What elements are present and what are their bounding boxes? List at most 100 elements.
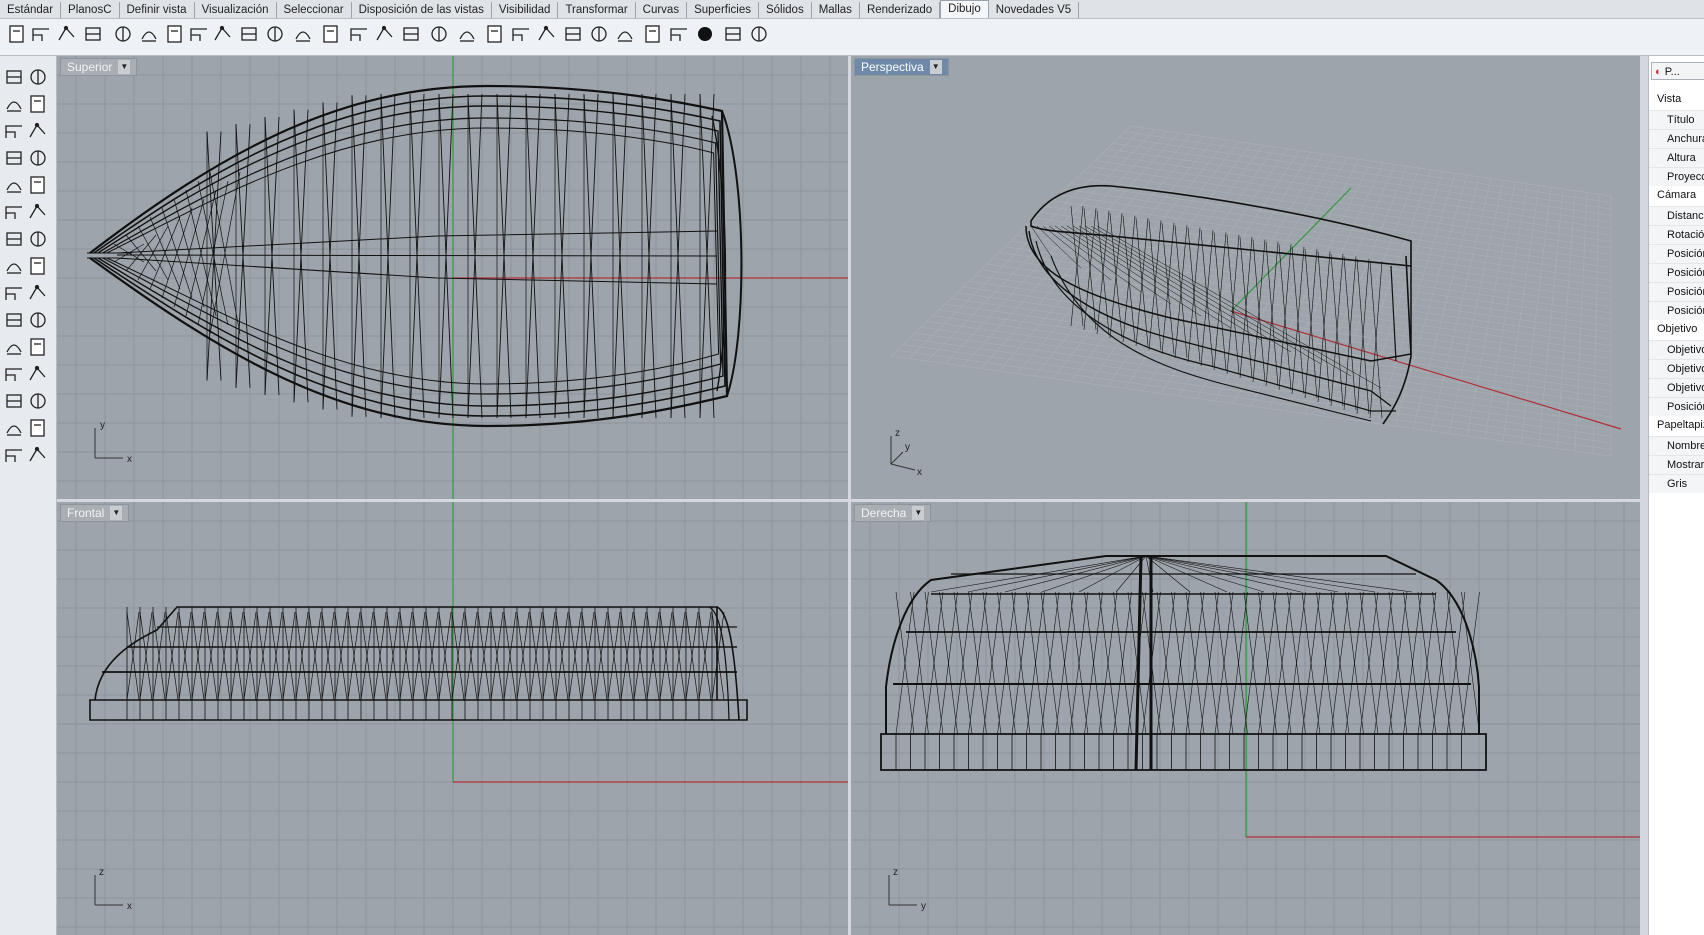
- polygon-icon[interactable]: [27, 201, 49, 223]
- dim-horizontal-icon[interactable]: [400, 23, 422, 47]
- properties-item[interactable]: Objetivo: [1649, 340, 1704, 359]
- text-icon[interactable]: [320, 23, 342, 47]
- grid-table-icon[interactable]: [668, 23, 690, 47]
- ellipse-icon[interactable]: [3, 201, 25, 223]
- print-icon[interactable]: [82, 23, 104, 47]
- dim-aligned-icon[interactable]: [138, 23, 160, 47]
- open-file-icon[interactable]: [30, 23, 52, 47]
- tab-12[interactable]: Renderizado: [860, 2, 941, 18]
- dim-angle2-icon[interactable]: [212, 23, 234, 47]
- annotation-icon[interactable]: [536, 23, 558, 47]
- revolve-icon[interactable]: [3, 309, 25, 331]
- dim-rotated-icon[interactable]: [164, 23, 186, 47]
- text-dot-icon[interactable]: [588, 23, 610, 47]
- properties-item[interactable]: Proyecc: [1649, 167, 1704, 186]
- loft-icon[interactable]: [27, 282, 49, 304]
- properties-section-3[interactable]: Papeltapiz: [1649, 416, 1704, 434]
- box-icon[interactable]: [3, 363, 25, 385]
- viewport-title-right[interactable]: Derecha ▼: [854, 504, 932, 522]
- sweep-icon[interactable]: [27, 309, 49, 331]
- properties-item[interactable]: Posición: [1649, 244, 1704, 263]
- tab-9[interactable]: Superficies: [687, 2, 759, 18]
- properties-section-0[interactable]: Vista: [1649, 90, 1704, 108]
- properties-item[interactable]: Nombre: [1649, 436, 1704, 455]
- properties-item[interactable]: Anchura: [1649, 129, 1704, 148]
- properties-item[interactable]: Objetivo: [1649, 378, 1704, 397]
- properties-item[interactable]: Posición: [1649, 282, 1704, 301]
- tab-7[interactable]: Transformar: [558, 2, 636, 18]
- dim-radius-icon[interactable]: [264, 23, 286, 47]
- save-icon[interactable]: [56, 23, 78, 47]
- surface-icon[interactable]: [3, 282, 25, 304]
- block-icon[interactable]: [510, 23, 532, 47]
- hatch2-icon[interactable]: [484, 23, 506, 47]
- snap-icon[interactable]: [27, 417, 49, 439]
- point-icon[interactable]: [27, 66, 49, 88]
- leader2-icon[interactable]: [374, 23, 396, 47]
- sphere-icon[interactable]: [694, 23, 716, 47]
- dimension-icon[interactable]: [3, 417, 25, 439]
- arc-icon[interactable]: [27, 174, 49, 196]
- properties-item[interactable]: Mostrar: [1649, 455, 1704, 474]
- mesh-icon[interactable]: [3, 390, 25, 412]
- hatch-icon[interactable]: [456, 23, 478, 47]
- tab-5[interactable]: Disposición de las vistas: [352, 2, 492, 18]
- viewport-title-perspective[interactable]: Perspectiva ▼: [854, 58, 949, 76]
- polyline-icon[interactable]: [27, 147, 49, 169]
- tab-13[interactable]: Dibujo: [940, 0, 989, 18]
- trim-icon[interactable]: [27, 120, 49, 142]
- tab-10[interactable]: Sólidos: [759, 2, 812, 18]
- layers-icon[interactable]: [748, 23, 770, 47]
- viewport-perspective[interactable]: z y x Perspectiva ▼: [851, 56, 1640, 499]
- viewport-top[interactable]: y x Superior ▼: [57, 56, 848, 499]
- panel-splitter[interactable]: [1640, 56, 1648, 935]
- chevron-down-icon[interactable]: ▼: [118, 60, 131, 74]
- new-file-icon[interactable]: [6, 23, 28, 47]
- properties-section-1[interactable]: Cámara: [1649, 186, 1704, 204]
- analyze-icon[interactable]: [27, 390, 49, 412]
- chamfer-icon[interactable]: [27, 255, 49, 277]
- plane-icon[interactable]: [27, 93, 49, 115]
- fillet-icon[interactable]: [27, 228, 49, 250]
- leader-icon[interactable]: [348, 23, 370, 47]
- extend-icon[interactable]: [3, 255, 25, 277]
- chevron-down-icon[interactable]: ▼: [912, 506, 925, 520]
- cap-icon[interactable]: [27, 336, 49, 358]
- tab-14[interactable]: Novedades V5: [989, 2, 1080, 18]
- print2-icon[interactable]: [722, 23, 744, 47]
- properties-item[interactable]: Posición: [1649, 263, 1704, 282]
- properties-item[interactable]: Posición: [1649, 301, 1704, 320]
- offset-icon[interactable]: [3, 228, 25, 250]
- box-icon[interactable]: [642, 23, 664, 47]
- boolean-icon[interactable]: [3, 336, 25, 358]
- rectangle-icon[interactable]: [3, 147, 25, 169]
- gear-icon[interactable]: [3, 444, 25, 466]
- circle-icon[interactable]: [3, 174, 25, 196]
- dim-arc-icon[interactable]: [428, 23, 450, 47]
- tab-3[interactable]: Visualización: [195, 2, 277, 18]
- dim-diameter-icon[interactable]: [292, 23, 314, 47]
- viewport-title-front[interactable]: Frontal ▼: [60, 504, 130, 522]
- viewport-title-top[interactable]: Superior ▼: [60, 58, 138, 76]
- tab-4[interactable]: Seleccionar: [277, 2, 352, 18]
- text-object-icon[interactable]: [614, 23, 636, 47]
- properties-item[interactable]: Posición: [1649, 397, 1704, 416]
- text-tool-icon[interactable]: [562, 23, 584, 47]
- cylinder-icon[interactable]: [27, 363, 49, 385]
- tab-0[interactable]: Estándar: [0, 2, 62, 18]
- properties-item[interactable]: Título: [1649, 110, 1704, 129]
- move-icon[interactable]: [27, 444, 49, 466]
- properties-item[interactable]: Altura: [1649, 148, 1704, 167]
- tab-8[interactable]: Curvas: [636, 2, 688, 18]
- properties-item[interactable]: Objetivo: [1649, 359, 1704, 378]
- properties-tab[interactable]: ◐ P...: [1651, 62, 1704, 80]
- tab-11[interactable]: Mallas: [812, 2, 860, 18]
- select-icon[interactable]: [3, 66, 25, 88]
- viewport-right[interactable]: z y Derecha ▼: [851, 502, 1640, 935]
- properties-item[interactable]: Gris: [1649, 474, 1704, 493]
- chevron-down-icon[interactable]: ▼: [110, 506, 123, 520]
- properties-section-2[interactable]: Objetivo: [1649, 320, 1704, 338]
- properties-item[interactable]: Rotació: [1649, 225, 1704, 244]
- chevron-down-icon[interactable]: ▼: [929, 60, 942, 74]
- dim-angle-icon[interactable]: [188, 23, 210, 47]
